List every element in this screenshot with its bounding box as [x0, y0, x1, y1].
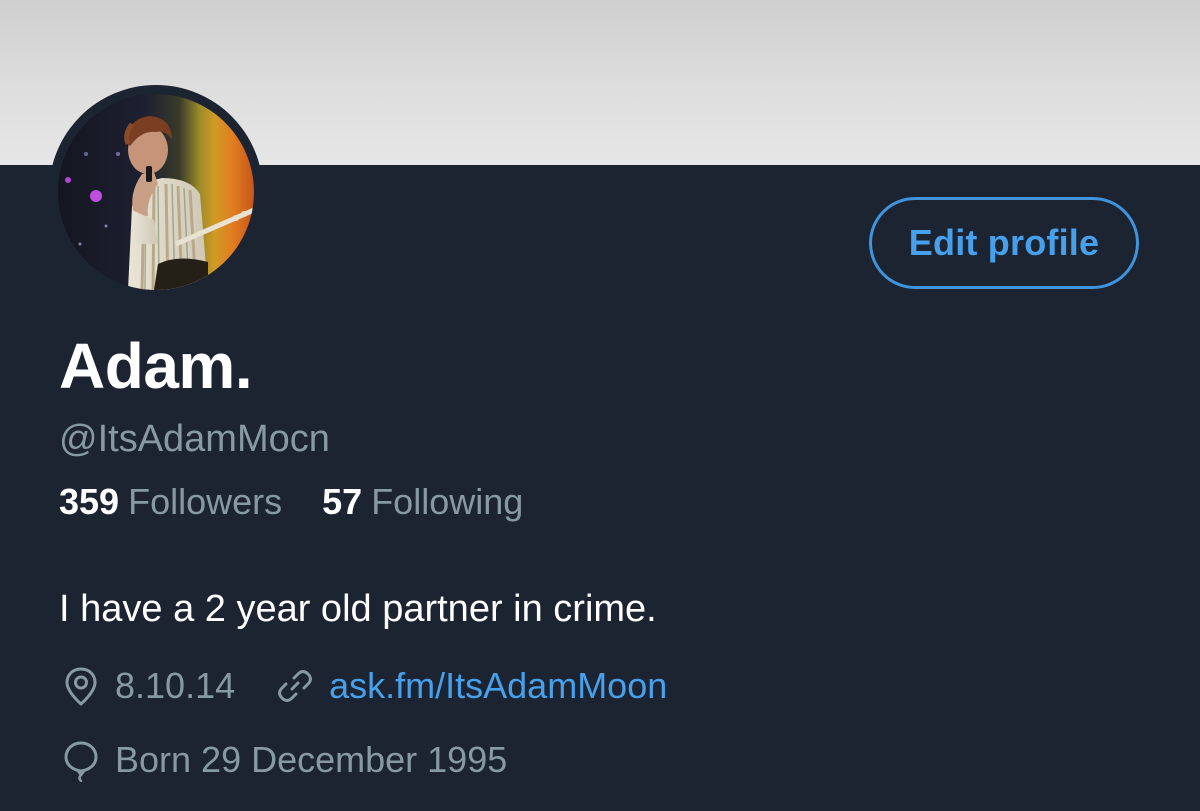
followers-stat[interactable]: 359 Followers [59, 480, 282, 524]
display-name: Adam. [59, 330, 253, 402]
balloon-icon [64, 741, 98, 782]
avatar-photo [58, 94, 254, 290]
avatar[interactable] [58, 94, 254, 290]
follow-stats: 359 Followers 57 Following [59, 480, 523, 524]
location-item: 8.10.14 [59, 664, 235, 708]
followers-label: Followers [128, 481, 283, 522]
profile-meta-row: 8.10.14 ask.fm/ItsAdamMoon [59, 664, 667, 708]
following-stat[interactable]: 57 Following [322, 480, 523, 524]
website-item[interactable]: ask.fm/ItsAdamMoon [273, 664, 667, 708]
birthday-text: Born 29 December 1995 [115, 739, 508, 780]
location-pin-icon [65, 667, 97, 706]
edit-profile-button[interactable]: Edit profile [869, 197, 1139, 289]
following-label: Following [371, 481, 524, 522]
website-link[interactable]: ask.fm/ItsAdamMoon [329, 664, 667, 708]
profile-bio: I have a 2 year old partner in crime. [59, 588, 657, 630]
user-handle: @ItsAdamMocn [59, 418, 330, 460]
following-count: 57 [322, 481, 363, 522]
profile-birthday-row: Born 29 December 1995 [59, 738, 507, 782]
birthday-item: Born 29 December 1995 [59, 738, 507, 782]
followers-count: 359 [59, 481, 120, 522]
link-icon [278, 670, 313, 702]
location-text: 8.10.14 [115, 665, 236, 706]
